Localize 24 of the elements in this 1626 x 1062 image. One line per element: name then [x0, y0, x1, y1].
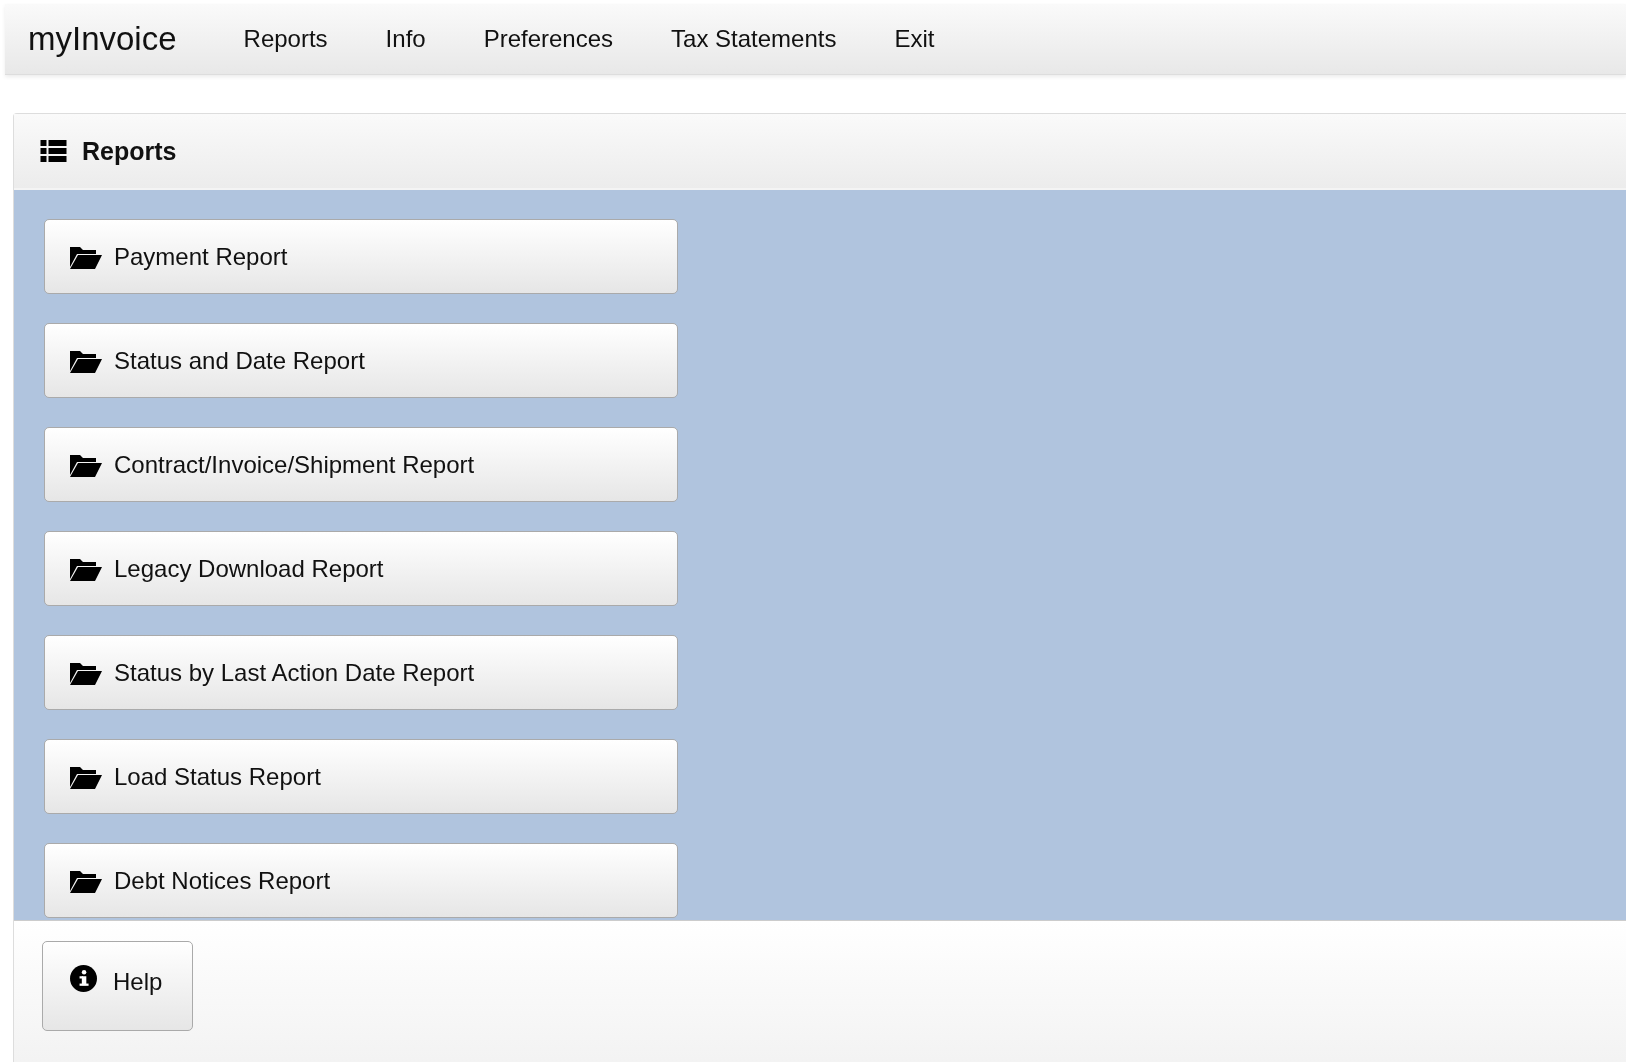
nav-link[interactable]: Tax Statements: [665, 25, 843, 53]
folder-icon: [70, 660, 102, 685]
help-button[interactable]: Help: [42, 941, 193, 1031]
folder-icon: [70, 868, 102, 893]
nav-link[interactable]: Info: [379, 25, 432, 53]
nav-link[interactable]: Exit: [888, 25, 941, 53]
folder-icon: [70, 556, 102, 581]
report-button[interactable]: Debt Notices Report: [44, 843, 678, 918]
report-button[interactable]: Load Status Report: [44, 739, 678, 814]
report-button[interactable]: Status and Date Report: [44, 323, 678, 398]
folder-icon: [70, 348, 102, 373]
report-button[interactable]: Legacy Download Report: [44, 531, 678, 606]
list-icon: [40, 140, 67, 162]
info-icon: [70, 965, 97, 992]
folder-icon: [70, 452, 102, 477]
folder-icon: [70, 764, 102, 789]
report-button[interactable]: Status by Last Action Date Report: [44, 635, 678, 710]
nav-link[interactable]: Preferences: [477, 25, 620, 53]
folder-icon: [70, 244, 102, 269]
brand-logo[interactable]: myInvoice: [22, 20, 183, 58]
panel-title: Reports: [82, 136, 177, 166]
report-button[interactable]: Payment Report: [44, 219, 678, 294]
nav-link[interactable]: Reports: [237, 25, 334, 53]
report-button[interactable]: Contract/Invoice/Shipment Report: [44, 427, 678, 502]
